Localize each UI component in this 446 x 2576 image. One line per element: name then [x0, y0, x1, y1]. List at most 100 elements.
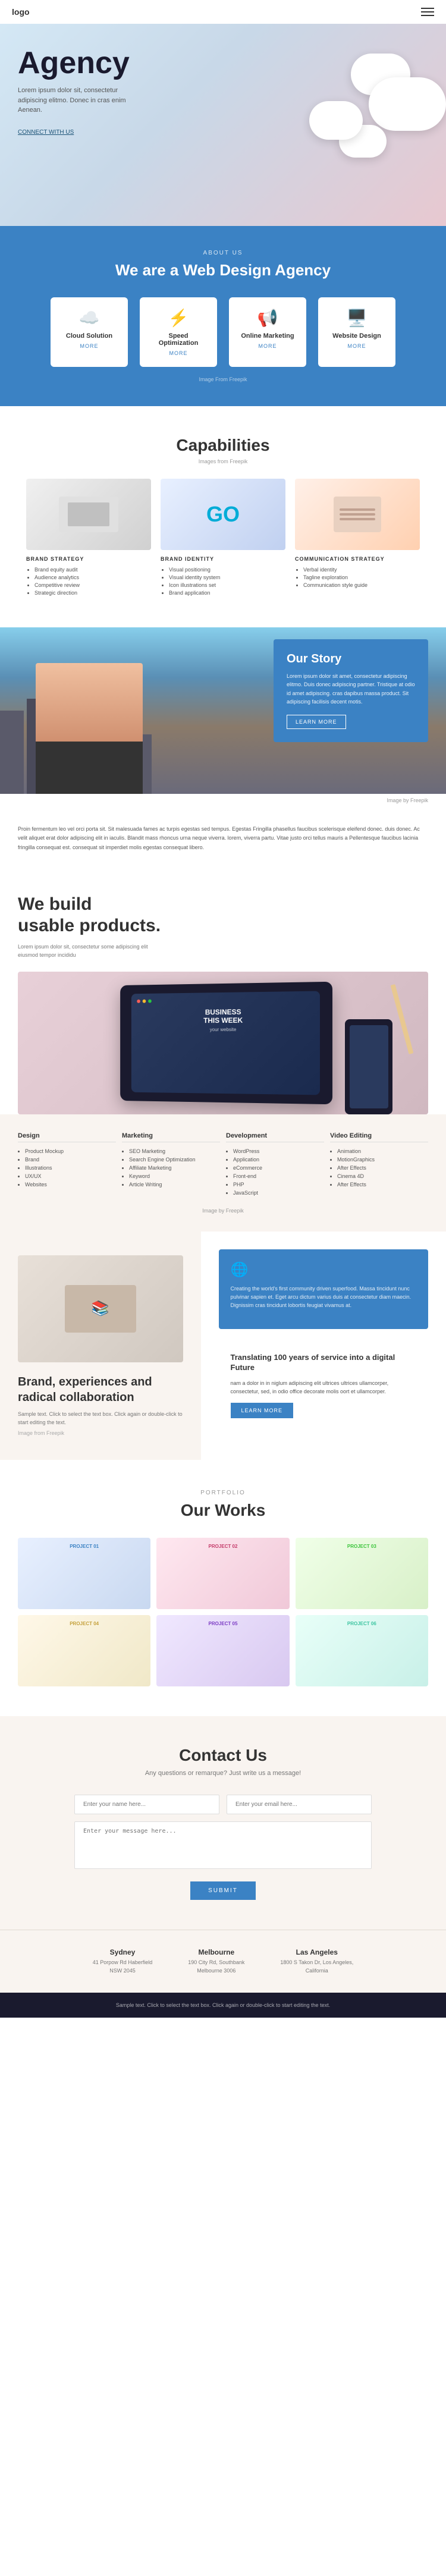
list-item: SEO Marketing — [129, 1148, 220, 1154]
portfolio-item-6[interactable]: PROJECT 06 — [296, 1615, 428, 1686]
about-card-web: 🖥️ Website Design MORE — [318, 297, 395, 367]
footer: Sample text. Click to select the text bo… — [0, 1993, 446, 2018]
building-1 — [0, 711, 24, 794]
story-person-image — [36, 663, 143, 794]
hamburger-button[interactable] — [421, 8, 434, 16]
cloud-decoration-2 — [369, 77, 446, 131]
development-list: WordPress Application eCommerce Front-en… — [226, 1148, 324, 1196]
list-item: Verbal identity — [303, 567, 420, 573]
contact-name-email-row — [74, 1795, 372, 1814]
design-column-title: Design — [18, 1132, 116, 1142]
story-city-background: Our Story Lorem ipsum dolor sit amet, co… — [0, 627, 446, 794]
brand-left-panel: 📚 Brand, experiences and radical collabo… — [0, 1232, 201, 1460]
learn-more-button[interactable]: LEARN MORE — [231, 1403, 294, 1418]
speed-card-more[interactable]: MORE — [149, 350, 208, 356]
about-image-credit: Image From Freepik — [18, 376, 428, 382]
brand-strategy-card: BRAND STRATEGY Brand equity audit Audien… — [26, 479, 151, 598]
cloud-decoration-4 — [309, 101, 363, 140]
hamburger-line1 — [421, 8, 434, 9]
list-item: Product Mockup — [25, 1148, 116, 1154]
story-section: Our Story Lorem ipsum dolor sit amet, co… — [0, 627, 446, 807]
go-logo-decoration: GO — [206, 502, 240, 527]
usable-title-bold: usable — [18, 916, 74, 935]
brand-left-image: 📚 — [18, 1255, 183, 1362]
list-item: Communication style guide — [303, 582, 420, 588]
list-item: Affiliate Marketing — [129, 1165, 220, 1171]
contact-submit-button[interactable]: SUBMIT — [190, 1881, 256, 1900]
offices-section: Sydney 41 Porpow Rd HaberfieldNSW 2045 M… — [0, 1930, 446, 1993]
navigation: logo — [0, 0, 446, 24]
melbourne-office: Melbourne 190 City Rd, SouthbankMelbourn… — [188, 1948, 244, 1975]
design-list-column: Design Product Mockup Brand Illustration… — [18, 1132, 116, 1198]
usable-title: We build usable products. — [18, 894, 428, 937]
story-learn-more-button[interactable]: LEARN MORE — [287, 715, 346, 729]
hamburger-line3 — [421, 15, 434, 16]
communication-strategy-list: Verbal identity Tagline exploration Comm… — [295, 567, 420, 588]
contact-title: Contact Us — [18, 1746, 428, 1765]
brand-strategy-list: Brand equity audit Audience analytics Co… — [26, 567, 151, 596]
brand-right-top-text: Creating the world's first community dri… — [231, 1284, 417, 1310]
development-column-title: Development — [226, 1132, 324, 1142]
speed-icon: ⚡ — [149, 308, 208, 328]
list-item: MotionGraphics — [337, 1157, 428, 1163]
portfolio-item-4[interactable]: PROJECT 04 — [18, 1615, 150, 1686]
web-card-more[interactable]: MORE — [328, 343, 386, 349]
contact-section: Contact Us Any questions or remarque? Ju… — [0, 1716, 446, 1930]
brand-right-bottom-title: Translating 100 years of service into a … — [231, 1353, 417, 1373]
marketing-card-title: Online Marketing — [238, 332, 297, 340]
hero-section: Agency Lorem ipsum dolor sit, consectetu… — [0, 24, 446, 226]
brand-identity-image: GO — [161, 479, 285, 550]
list-item: After Effects — [337, 1182, 428, 1188]
capabilities-credit: Images from Freepik — [18, 458, 428, 464]
hamburger-line2 — [421, 11, 434, 12]
brand-strategy-image — [26, 479, 151, 550]
capabilities-section: Capabilities Images from Freepik BRAND S… — [0, 406, 446, 627]
list-item: Audience analytics — [34, 574, 151, 580]
usable-subtitle: Lorem ipsum dolor sit, consectetur some … — [18, 943, 149, 960]
losangeles-city-name: Las Angeles — [280, 1948, 353, 1956]
brand-identity-card: GO BRAND IDENTITY Visual positioning Vis… — [161, 479, 285, 598]
list-item: eCommerce — [233, 1165, 324, 1171]
list-item: Tagline exploration — [303, 574, 420, 580]
portfolio-item-1[interactable]: PROJECT 01 — [18, 1538, 150, 1609]
list-item: Visual identity system — [169, 574, 285, 580]
brand-right-top-card: 🌐 Creating the world's first community d… — [219, 1249, 429, 1329]
brand-right-panel: 🌐 Creating the world's first community d… — [201, 1232, 446, 1460]
portfolio-item-2[interactable]: PROJECT 02 — [156, 1538, 289, 1609]
marketing-list: SEO Marketing Search Engine Optimization… — [122, 1148, 220, 1188]
contact-name-input[interactable] — [74, 1795, 219, 1814]
hero-cta-link[interactable]: CONNECT WITH US — [18, 129, 74, 136]
list-item: Search Engine Optimization — [129, 1157, 220, 1163]
brand-strategy-label: BRAND STRATEGY — [26, 556, 151, 562]
list-item: JavaScript — [233, 1190, 324, 1196]
lists-section: Design Product Mockup Brand Illustration… — [0, 1114, 446, 1232]
portfolio-grid: PROJECT 01 PROJECT 02 PROJECT 03 PROJECT… — [18, 1538, 428, 1686]
about-title: We are a Web Design Agency — [18, 261, 428, 279]
story-card: Our Story Lorem ipsum dolor sit amet, co… — [274, 639, 428, 742]
web-card-title: Website Design — [328, 332, 386, 340]
about-card-speed: ⚡ Speed Optimization MORE — [140, 297, 217, 367]
story-image-credit: Image by Freepik — [0, 794, 446, 807]
communication-strategy-image — [295, 479, 420, 550]
list-item: Cinema 4D — [337, 1173, 428, 1179]
contact-message-input[interactable] — [74, 1821, 372, 1869]
marketing-card-more[interactable]: MORE — [238, 343, 297, 349]
list-item: PHP — [233, 1182, 324, 1188]
marketing-list-column: Marketing SEO Marketing Search Engine Op… — [122, 1132, 220, 1198]
tablet-decoration — [345, 1019, 392, 1114]
usable-section: We build usable products. Lorem ipsum do… — [0, 870, 446, 1114]
list-item: UX/UX — [25, 1173, 116, 1179]
portfolio-item-3[interactable]: PROJECT 03 — [296, 1538, 428, 1609]
contact-email-input[interactable] — [227, 1795, 372, 1814]
cloud-card-title: Cloud Solution — [60, 332, 118, 340]
list-item: Icon illustrations set — [169, 582, 285, 588]
list-item: Front-end — [233, 1173, 324, 1179]
usable-title-normal: We build — [18, 894, 92, 914]
about-card-marketing: 📢 Online Marketing MORE — [229, 297, 306, 367]
marketing-column-title: Marketing — [122, 1132, 220, 1142]
video-list: Animation MotionGraphics After Effects C… — [330, 1148, 428, 1188]
losangeles-address: 1800 S Takon Dr, Los Angeles,California — [280, 1959, 353, 1975]
cloud-card-more[interactable]: MORE — [60, 343, 118, 349]
list-item: Websites — [25, 1182, 116, 1188]
portfolio-item-5[interactable]: PROJECT 05 — [156, 1615, 289, 1686]
